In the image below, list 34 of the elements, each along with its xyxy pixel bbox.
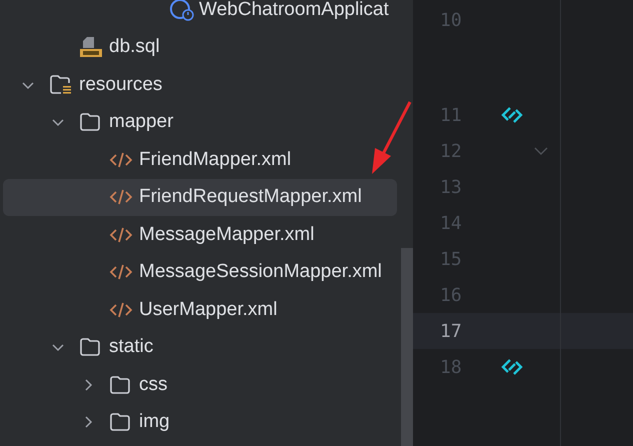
tree-item[interactable]: css [3,366,397,404]
tree-item[interactable]: WebChatroomApplicat [3,0,397,28]
file-name: static [109,335,154,359]
tree-item[interactable]: FriendRequestMapper.xml [3,178,397,216]
file-name: MessageMapper.xml [139,222,314,246]
scrollbar[interactable] [401,248,413,446]
file-name: mapper [109,110,174,134]
folder-icon [79,337,101,358]
file-name: MessageSessionMapper.xml [139,260,382,284]
database-file-icon [79,36,103,58]
file-name: FriendRequestMapper.xml [139,185,362,209]
tree-item[interactable]: FriendMapper.xml [3,141,397,178]
file-name: resources [79,72,162,96]
folder-icon [109,374,131,395]
tree-item[interactable]: MessageMapper.xml [3,216,397,254]
file-name: FriendMapper.xml [139,148,292,172]
link-icon[interactable] [499,357,525,377]
tree-item[interactable]: static [3,328,397,366]
folder-icon [79,112,101,132]
file-name: db.sql [109,35,160,59]
file-name: WebChatroomApplicat [199,0,389,22]
line-number: 17 [439,320,463,344]
tree-item[interactable]: img [3,404,397,441]
tree-item[interactable]: MessageSessionMapper.xml [3,254,397,291]
file-name: css [139,372,168,396]
tree-item[interactable]: UserMapper.xml [3,291,397,328]
file-name: img [139,410,170,434]
tree-item[interactable]: mapper [3,104,397,141]
file-name: UserMapper.xml [139,298,278,322]
resource-folder-icon [49,74,73,96]
folder-icon [109,412,131,432]
link-icon[interactable] [499,105,525,125]
tree-item[interactable]: resources [3,66,397,104]
tree-item[interactable]: db.sql [3,28,397,66]
